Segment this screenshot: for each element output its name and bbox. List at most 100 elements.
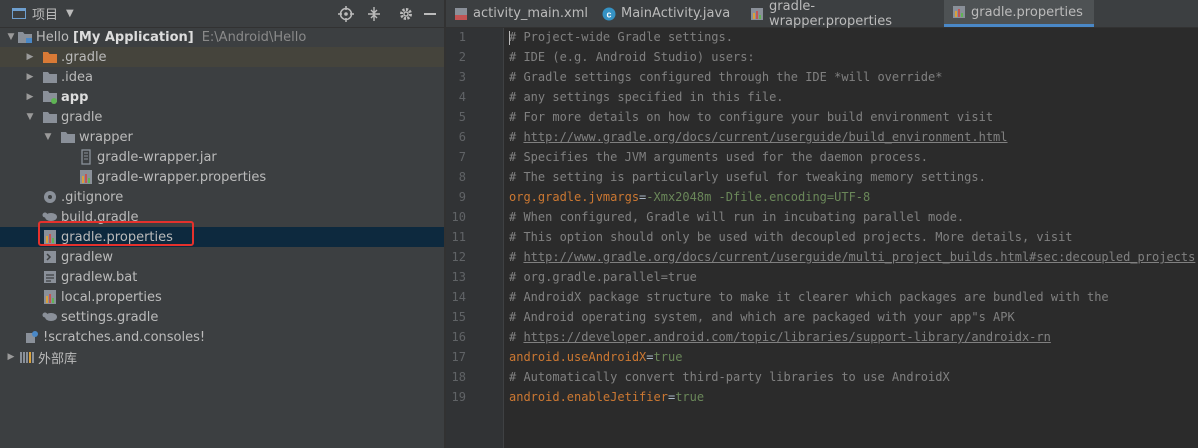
chevron-down-icon[interactable]: ▼ — [24, 112, 36, 122]
code-line: # AndroidX package structure to make it … — [509, 287, 1109, 307]
tree-item-idea[interactable]: ▶ .idea — [0, 67, 444, 87]
equals-sign: = — [646, 350, 654, 364]
comment-text: # For more details on how to configure y… — [509, 110, 994, 124]
code-line: # https://developer.android.com/topic/li… — [509, 327, 1051, 347]
url-link[interactable]: https://developer.android.com/topic/libr… — [523, 330, 1050, 344]
line-number: 14 — [451, 290, 466, 304]
properties-icon — [42, 289, 58, 305]
chevron-right-icon[interactable]: ▶ — [5, 352, 17, 362]
property-value: true — [675, 390, 705, 404]
code-line: # http://www.gradle.org/docs/current/use… — [509, 247, 1195, 267]
comment-text: # any settings specified in this file. — [509, 90, 784, 104]
tree-item-dot-gradle[interactable]: ▶ .gradle — [0, 47, 444, 67]
tab-gradle-properties[interactable]: gradle.properties — [944, 0, 1094, 27]
tree-item-build-gradle[interactable]: build.gradle — [0, 207, 444, 227]
comment-text: # Project-wide Gradle settings. — [509, 30, 733, 44]
line-number: 10 — [451, 210, 466, 224]
jar-icon — [78, 149, 94, 165]
tab-mainactivity-java[interactable]: c MainActivity.java — [594, 0, 742, 27]
locate-icon[interactable] — [338, 0, 354, 27]
chevron-right-icon[interactable]: ▶ — [24, 92, 36, 102]
tree-item-label: gradlew — [61, 249, 114, 265]
line-number: 8 — [458, 170, 466, 184]
tree-item-label: .gitignore — [61, 189, 124, 205]
project-view-selector[interactable]: 项目 ▼ — [12, 0, 74, 27]
minimize-icon[interactable] — [424, 0, 436, 27]
project-pane-title: 项目 — [32, 8, 59, 23]
property-key: android.enableJetifier — [509, 390, 668, 404]
line-number: 13 — [451, 270, 466, 284]
line-number: 15 — [451, 310, 466, 324]
tree-item-label: gradle-wrapper.jar — [97, 149, 217, 165]
tree-item-settings-gradle[interactable]: settings.gradle — [0, 307, 444, 327]
chevron-down-icon[interactable]: ▼ — [42, 132, 54, 142]
url-link[interactable]: http://www.gradle.org/docs/current/userg… — [523, 250, 1195, 264]
tab-activity-main-xml[interactable]: activity_main.xml — [446, 0, 594, 27]
code-line: # For more details on how to configure y… — [509, 107, 993, 127]
comment-text: # Android operating system, and which ar… — [509, 310, 1015, 324]
chevron-right-icon[interactable]: ▶ — [24, 72, 36, 82]
folder-icon — [60, 129, 76, 145]
tree-item-gradle-wrapper-properties[interactable]: gradle-wrapper.properties — [0, 167, 444, 187]
tree-item-app[interactable]: ▶ app — [0, 87, 444, 107]
chevron-down-icon: ▼ — [66, 8, 74, 19]
tab-label: gradle.properties — [971, 4, 1083, 20]
chevron-down-icon[interactable]: ▼ — [5, 32, 17, 42]
tree-item-label: gradle — [61, 109, 103, 125]
tree-item-gitignore[interactable]: .gitignore — [0, 187, 444, 207]
code-line: # Gradle settings configured through the… — [509, 67, 942, 87]
tree-item-hello[interactable]: ▼ Hello [My Application] E:\Android\Hell… — [0, 27, 444, 47]
tree-item-label: settings.gradle — [61, 309, 159, 325]
code-line: # Specifies the JVM arguments used for t… — [509, 147, 928, 167]
code-line: # http://www.gradle.org/docs/current/use… — [509, 127, 1008, 147]
comment-prefix: # — [509, 130, 524, 144]
line-number: 19 — [451, 390, 466, 404]
tab-label: activity_main.xml — [473, 6, 589, 21]
tree-item-scratches[interactable]: !scratches.and.consoles! — [0, 327, 444, 347]
line-number: 2 — [458, 50, 466, 64]
line-number: 9 — [458, 190, 466, 204]
property-key: org.gradle.jvmargs — [509, 190, 640, 204]
tree-item-label: gradlew.bat — [61, 269, 138, 285]
property-value: -Xmx2048m -Dfile.encoding=UTF-8 — [646, 190, 871, 204]
url-link[interactable]: http://www.gradle.org/docs/current/userg… — [523, 130, 1007, 144]
tree-item-gradle-properties[interactable]: gradle.properties — [0, 227, 444, 247]
code-line: # When configured, Gradle will run in in… — [509, 207, 964, 227]
line-number: 5 — [458, 110, 466, 124]
comment-text: # When configured, Gradle will run in in… — [509, 210, 965, 224]
line-number: 11 — [451, 230, 466, 244]
tree-item-label: gradle-wrapper.properties — [97, 169, 267, 185]
comment-text: # Automatically convert third-party libr… — [509, 370, 950, 384]
line-number: 1 — [458, 30, 466, 44]
comment-text: # AndroidX package structure to make it … — [509, 290, 1109, 304]
tree-item-label: 外部库 — [38, 351, 78, 367]
line-number-gutter: 1 2 3 4 5 6 7 8 9 10 11 12 13 14 15 16 17 18 19 — [446, 28, 504, 448]
editor-tab-bar: activity_main.xml c MainActivity.java gr… — [446, 0, 1198, 29]
gear-icon[interactable] — [398, 0, 414, 27]
tree-item-gradle-wrapper-jar[interactable]: gradle-wrapper.jar — [0, 147, 444, 167]
tree-item-local-properties[interactable]: local.properties — [0, 287, 444, 307]
tree-item-external-libraries[interactable]: ▶ 外部库 — [0, 347, 444, 367]
tree-item-gradlew[interactable]: gradlew — [0, 247, 444, 267]
project-window-icon — [12, 8, 26, 19]
xml-layout-icon — [454, 7, 468, 21]
gradle-elephant-icon — [42, 209, 58, 225]
shell-file-icon — [42, 249, 58, 265]
code-line: # IDE (e.g. Android Studio) users: — [509, 47, 755, 67]
tab-gradle-wrapper-properties[interactable]: gradle-wrapper.properties — [742, 0, 942, 29]
tree-item-label: local.properties — [61, 289, 162, 305]
gitignore-icon — [42, 189, 58, 205]
code-line: # Automatically convert third-party libr… — [509, 367, 950, 387]
module-name: [My Application] — [72, 29, 194, 45]
properties-icon — [78, 169, 94, 185]
tree-item-gradle-folder[interactable]: ▼ gradle — [0, 107, 444, 127]
java-class-icon: c — [602, 7, 616, 21]
tree-item-gradlew-bat[interactable]: gradlew.bat — [0, 267, 444, 287]
code-line: # Android operating system, and which ar… — [509, 307, 1015, 327]
comment-prefix: # — [509, 250, 524, 264]
line-number: 3 — [458, 70, 466, 84]
tree-item-wrapper[interactable]: ▼ wrapper — [0, 127, 444, 147]
comment-text: # Gradle settings configured through the… — [509, 70, 943, 84]
chevron-right-icon[interactable]: ▶ — [24, 52, 36, 62]
collapse-icon[interactable] — [366, 0, 382, 27]
